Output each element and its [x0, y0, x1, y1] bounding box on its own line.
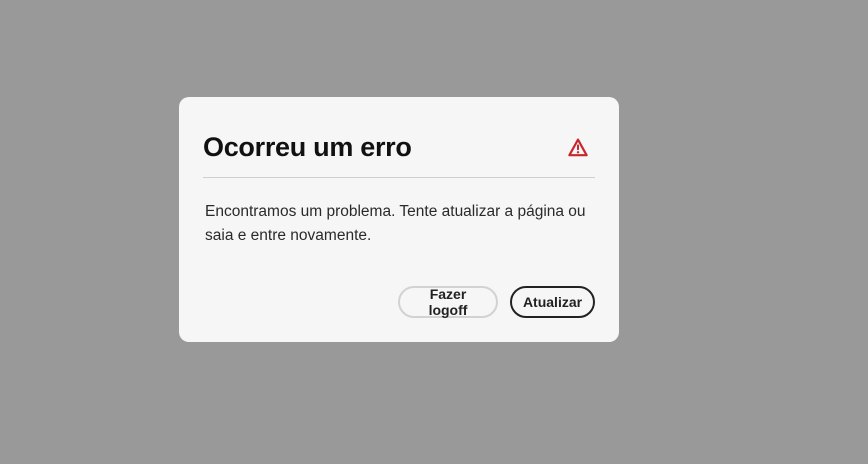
- header-divider: [203, 177, 595, 178]
- dialog-actions: Fazer logoff Atualizar: [398, 286, 595, 318]
- dialog-header: Ocorreu um erro: [203, 127, 595, 167]
- dialog-message: Encontramos um problema. Tente atualizar…: [205, 203, 586, 244]
- logoff-button[interactable]: Fazer logoff: [398, 286, 498, 318]
- refresh-button[interactable]: Atualizar: [510, 286, 595, 318]
- dialog-title: Ocorreu um erro: [203, 131, 412, 162]
- error-dialog: Ocorreu um erro Encontramos um problema.…: [179, 97, 619, 342]
- alert-triangle-icon: [567, 136, 589, 158]
